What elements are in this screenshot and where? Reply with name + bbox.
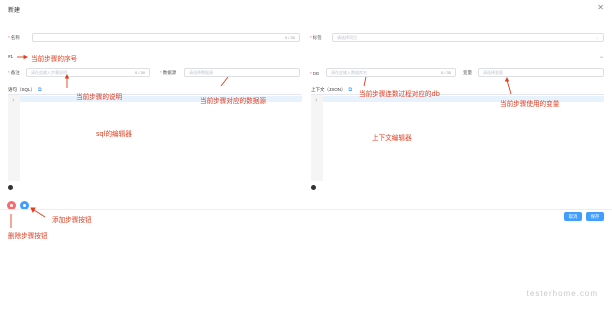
remark-field-label: *备注: [8, 70, 20, 75]
remark-input[interactable]: 请在此输入步骤说明 0 / 30: [26, 68, 150, 77]
name-field-label: *名称: [8, 35, 20, 40]
name-label: 名称: [10, 35, 20, 40]
name-counter: 0 / 30: [284, 35, 295, 40]
close-icon[interactable]: ✕: [597, 3, 604, 12]
context-editor-label: 上下文（JSON） ⧉: [311, 87, 353, 93]
tag-label: 标签: [312, 35, 322, 40]
db-counter: 0 / 30: [440, 70, 451, 75]
datasource-select[interactable]: 请选择数据源: [184, 68, 300, 77]
sql-editor-gutter: 1: [8, 95, 20, 181]
annotation-add-step: 添加步骤按钮: [52, 216, 92, 224]
db-field-label: *DB: [310, 70, 320, 76]
annotation-datasource: 当前步骤对应的数据源: [200, 97, 266, 105]
remark-placeholder: 请在此输入步骤说明: [31, 70, 67, 75]
footer-divider: [0, 209, 612, 210]
expand-icon[interactable]: ⧉: [38, 87, 42, 93]
annotation-sql-editor: sql的编辑器: [96, 130, 132, 138]
dialog-title: 新建: [8, 8, 21, 14]
step-number: #1: [8, 54, 14, 59]
line-number: 1: [315, 97, 318, 102]
annotation-step-desc: 当前步骤的说明: [76, 93, 123, 101]
cancel-button[interactable]: 取消: [564, 212, 582, 221]
context-editor-status-icon: [311, 185, 316, 190]
sql-editor-status-icon: [8, 185, 13, 190]
variable-label: 变量: [463, 70, 472, 75]
datasource-placeholder: 请选择数据源: [189, 70, 213, 75]
datasource-field-label: *数据源: [160, 70, 177, 75]
annotation-step-number: 当前步骤的序号: [31, 55, 78, 63]
chevron-down-icon: ⌄: [595, 35, 599, 40]
watermark: testerhome.com: [526, 289, 598, 298]
db-placeholder: 请在此输入数据库名: [331, 70, 367, 75]
context-editor[interactable]: 1: [311, 94, 604, 181]
tag-placeholder: 请选择项目: [337, 35, 357, 40]
annotation-context-editor: 上下文编辑器: [372, 134, 412, 142]
annotation-delete-step: 删除步骤按钮: [8, 232, 48, 240]
remark-label: 备注: [10, 70, 20, 75]
db-input[interactable]: 请在此输入数据库名 0 / 30: [326, 68, 456, 77]
save-button[interactable]: 保存: [586, 212, 604, 221]
name-input[interactable]: 0 / 30: [32, 33, 300, 42]
context-editor-gutter: 1: [311, 95, 323, 181]
db-label: DB: [312, 70, 320, 76]
variable-field-label: 变量: [463, 68, 472, 78]
sql-editor[interactable]: 1: [8, 94, 302, 181]
tag-field-label: *标签: [310, 35, 322, 40]
annotation-db: 当前步骤连数过程对应的db: [359, 90, 440, 98]
tag-select[interactable]: 请选择项目 ⌄: [332, 33, 604, 42]
expand-icon[interactable]: ⧉: [349, 87, 353, 93]
remark-counter: 0 / 30: [134, 70, 145, 75]
collapse-chevron-icon[interactable]: ⌄: [599, 53, 604, 60]
variable-select[interactable]: 请选择变量: [478, 68, 604, 77]
sql-editor-label: 语句（SQL） ⧉: [8, 87, 42, 93]
datasource-label: 数据源: [162, 70, 177, 75]
annotation-variables: 当前步骤使用的变量: [500, 100, 560, 108]
line-number: 1: [12, 97, 15, 102]
variable-placeholder: 请选择变量: [483, 70, 503, 75]
